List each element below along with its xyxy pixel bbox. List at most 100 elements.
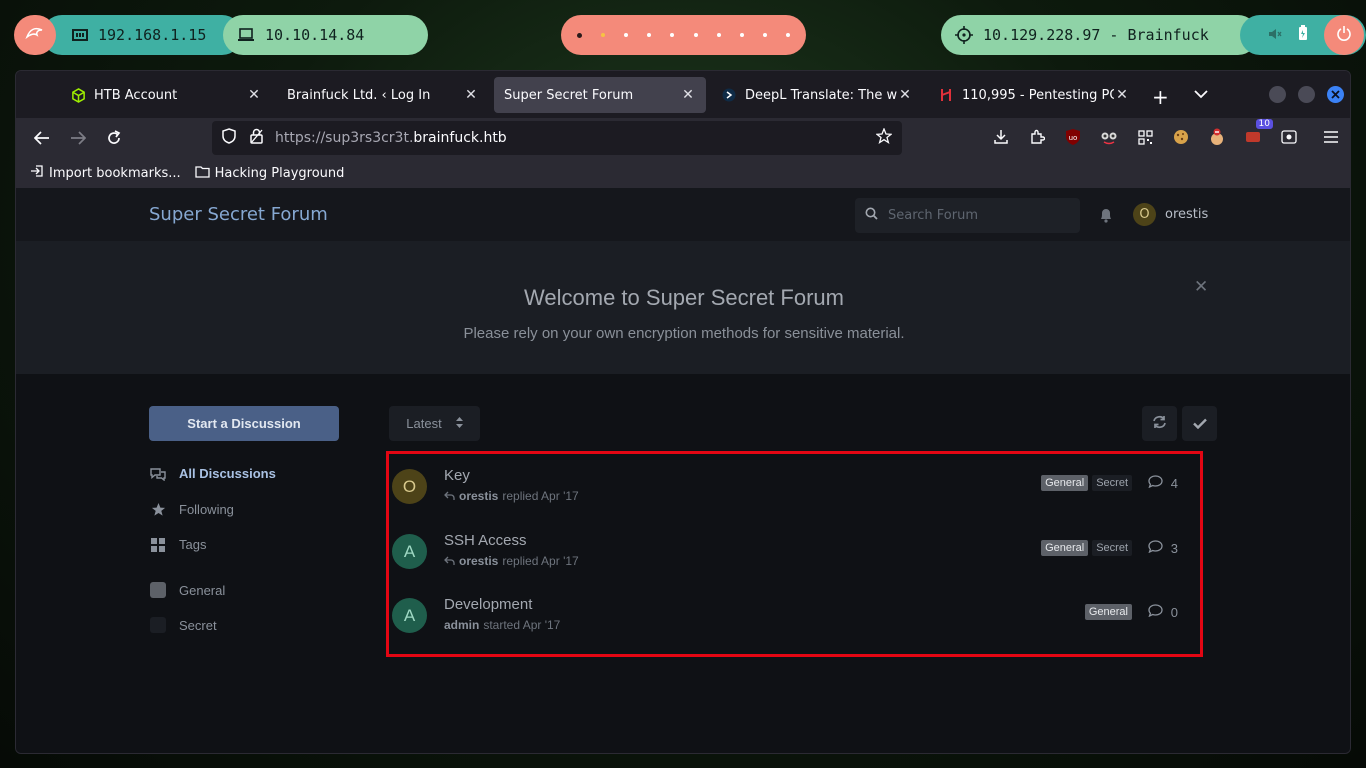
search-input[interactable]: Search Forum [855,198,1080,233]
import-bookmarks-item[interactable]: Import bookmarks... [30,164,181,182]
network-card-icon [72,28,88,42]
discussion-user[interactable]: orestis [459,489,498,503]
workspace-dot[interactable] [670,33,675,37]
close-icon[interactable]: ✕ [246,87,262,103]
comment-icon [1148,475,1163,491]
forum-title-link[interactable]: Super Secret Forum [149,204,328,225]
workspace-dot[interactable] [624,33,629,37]
workspace-dot[interactable] [762,33,767,37]
tag-list: General Secret [1041,475,1132,491]
discussion-user[interactable]: orestis [459,554,498,568]
sort-dropdown[interactable]: Latest [389,406,480,441]
volume-muted-icon[interactable] [1268,26,1282,44]
kali-dragon-icon [25,25,45,45]
vpn-ip-widget: 10.10.14.84 [223,15,428,55]
tag-general[interactable]: General [1041,540,1089,556]
container-icon[interactable] [1279,127,1299,147]
hero-title: Welcome to Super Secret Forum [524,285,844,310]
comment-icon [1148,540,1163,556]
tab-deepl[interactable]: DeepL Translate: The wor ✕ [711,77,923,113]
discussion-time: replied Apr '17 [502,554,579,568]
notifications-bell-icon[interactable] [1099,207,1113,227]
tag-secret[interactable]: Secret [1092,540,1132,556]
workspace-dot[interactable] [577,32,582,38]
kali-menu-button[interactable] [14,15,56,55]
lock-warning-icon[interactable] [250,128,263,148]
tab-brainfuck-login[interactable]: Brainfuck Ltd. ‹ Log In ✕ [277,77,489,113]
back-button[interactable] [32,128,52,148]
tag-list: General [1084,604,1132,620]
tracking-shield-icon[interactable] [222,128,236,148]
list-item[interactable]: O Key orestis replied Apr '17 General Se… [392,467,1192,527]
sidebar-item-label: Tags [179,537,207,552]
discussion-title[interactable]: Development [444,596,532,613]
forward-button[interactable] [68,128,88,148]
tag-general[interactable]: General [1084,604,1132,620]
target-text: 10.129.228.97 - Brainfuck [983,26,1209,44]
sort-caret-icon [455,416,463,431]
workspace-switcher[interactable] [561,15,806,55]
workspace-dot[interactable] [785,33,790,37]
workspace-dot[interactable] [647,33,652,37]
close-icon[interactable]: ✕ [463,87,479,103]
navigation-toolbar: https://sup3rs3cr3t. brainfuck.htb uo 10 [16,118,1350,158]
tab-htb-account[interactable]: HTB Account ✕ [60,77,272,113]
browser-window: HTB Account ✕ Brainfuck Ltd. ‹ Log In ✕ … [15,70,1351,754]
ublock-icon[interactable]: uo [1063,127,1083,147]
battery-icon[interactable] [1298,25,1308,45]
minimize-button[interactable] [1269,86,1286,103]
tab-hacktricks[interactable]: 110,995 - Pentesting POP ✕ [928,77,1140,113]
sidebar-item-following[interactable]: Following [149,502,234,517]
workspace-dot[interactable] [716,33,721,37]
wappalyzer-icon[interactable] [1207,127,1227,147]
foxyproxy-icon[interactable] [1099,127,1119,147]
close-icon[interactable]: ✕ [897,87,913,103]
workspace-dot[interactable] [693,33,698,37]
close-icon[interactable]: ✕ [680,87,696,103]
avatar[interactable]: A [392,534,427,569]
qr-code-icon[interactable] [1135,127,1155,147]
maximize-button[interactable] [1298,86,1315,103]
url-bar[interactable]: https://sup3rs3cr3t. brainfuck.htb [212,121,902,155]
discussion-title[interactable]: SSH Access [444,532,527,549]
power-button[interactable] [1324,15,1364,55]
downloads-icon[interactable] [991,127,1011,147]
tag-secret[interactable]: Secret [1092,475,1132,491]
close-window-button[interactable] [1327,86,1344,103]
sidebar-item-secret[interactable]: Secret [149,617,217,633]
user-menu[interactable]: O orestis [1133,203,1208,226]
list-item[interactable]: A Development admin started Apr '17 Gene… [392,596,1192,656]
refresh-button[interactable] [1142,406,1177,441]
checkmark-icon [1192,414,1207,433]
sidebar-item-all-discussions[interactable]: All Discussions [149,466,276,481]
mark-all-read-button[interactable] [1182,406,1217,441]
cookie-icon[interactable] [1171,127,1191,147]
close-icon[interactable]: ✕ [1114,87,1130,103]
bookmark-folder-hacking-playground[interactable]: Hacking Playground [194,165,344,182]
bookmark-star-icon[interactable] [875,127,893,148]
tab-super-secret-forum[interactable]: Super Secret Forum ✕ [494,77,706,113]
tag-general[interactable]: General [1041,475,1089,491]
avatar[interactable]: O [392,469,427,504]
sidebar-item-label: All Discussions [179,466,276,481]
sidebar-item-tags[interactable]: Tags [149,537,206,552]
close-icon[interactable]: ✕ [1194,277,1208,297]
discussion-title[interactable]: Key [444,467,470,484]
new-tab-button[interactable]: + [1152,85,1169,109]
page-content: Super Secret Forum Search Forum O oresti… [16,188,1350,753]
discussion-user[interactable]: admin [444,618,479,632]
avatar[interactable]: A [392,598,427,633]
start-discussion-button[interactable]: Start a Discussion [149,406,339,441]
list-item[interactable]: A SSH Access orestis replied Apr '17 Gen… [392,532,1192,592]
reload-button[interactable] [104,128,124,148]
bookmark-label: Import bookmarks... [49,165,181,181]
list-all-tabs-icon[interactable] [1194,84,1208,103]
workspace-dot-active[interactable] [601,33,606,37]
sidebar-item-general[interactable]: General [149,582,225,598]
sidebar-item-label: Following [179,502,234,517]
discussion-meta: orestis replied Apr '17 [444,554,579,568]
extensions-puzzle-icon[interactable] [1027,127,1047,147]
hackbar-icon[interactable]: 10 [1243,119,1273,147]
hamburger-menu-icon[interactable] [1321,127,1341,147]
workspace-dot[interactable] [739,33,744,37]
